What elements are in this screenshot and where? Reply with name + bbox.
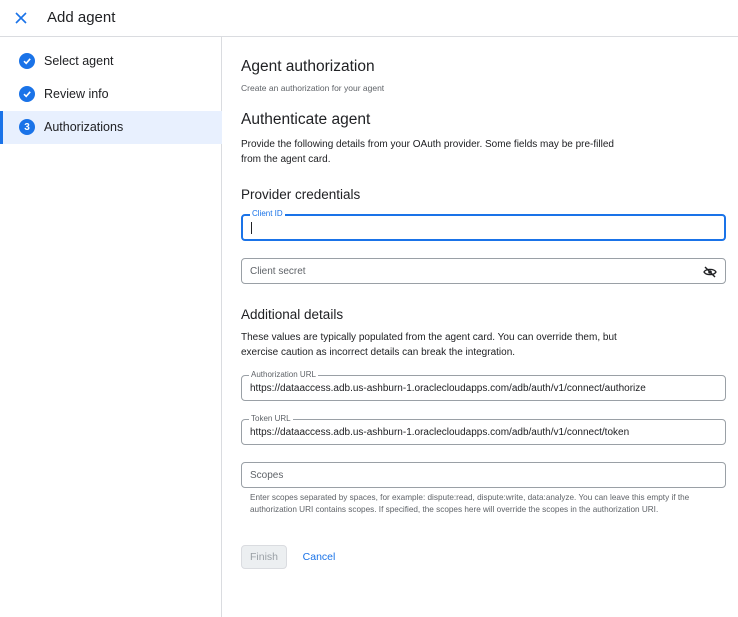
step-authorizations[interactable]: 3 Authorizations (0, 111, 222, 144)
visibility-off-icon[interactable] (703, 265, 717, 278)
step-number-badge: 3 (19, 119, 35, 135)
check-circle-icon (19, 86, 35, 102)
client-secret-field[interactable]: Client secret (241, 258, 726, 284)
step-label: Authorizations (44, 120, 124, 134)
token-url-value: https://dataaccess.adb.us-ashburn-1.orac… (250, 427, 630, 438)
token-url-field[interactable]: Token URL https://dataaccess.adb.us-ashb… (241, 414, 726, 445)
step-label: Review info (44, 87, 109, 101)
authenticate-heading: Authenticate agent (241, 111, 371, 128)
close-icon (15, 12, 27, 24)
authorization-url-field[interactable]: Authorization URL https://dataaccess.adb… (241, 370, 726, 401)
additional-details-description: These values are typically populated fro… (241, 332, 617, 358)
authorization-url-value: https://dataaccess.adb.us-ashburn-1.orac… (250, 383, 646, 394)
scopes-field[interactable]: Scopes (241, 462, 726, 488)
token-url-label: Token URL (249, 414, 293, 424)
dialog-title: Add agent (47, 9, 116, 26)
main-content: Agent authorization Create an authorizat… (223, 37, 738, 617)
page-subtitle: Create an authorization for your agent (241, 83, 385, 93)
client-secret-placeholder: Client secret (250, 266, 306, 277)
client-id-field[interactable]: Client ID (241, 209, 726, 241)
check-circle-icon (19, 53, 35, 69)
step-select-agent[interactable]: Select agent (0, 45, 222, 78)
step-label: Select agent (44, 54, 114, 68)
authenticate-description: Provide the following details from your … (241, 139, 614, 165)
authorization-url-label: Authorization URL (249, 370, 318, 380)
provider-credentials-heading: Provider credentials (241, 187, 361, 202)
close-button[interactable] (10, 7, 32, 29)
scopes-helper-text: Enter scopes separated by spaces, for ex… (250, 493, 690, 514)
finish-button[interactable]: Finish (241, 545, 287, 569)
text-cursor (251, 222, 252, 234)
client-id-label: Client ID (250, 209, 285, 219)
top-bar: Add agent (0, 0, 738, 37)
scopes-placeholder: Scopes (250, 470, 284, 481)
page-title: Agent authorization (241, 58, 375, 75)
cancel-button[interactable]: Cancel (295, 545, 343, 569)
additional-details-heading: Additional details (241, 307, 344, 322)
step-review-info[interactable]: Review info (0, 78, 222, 111)
stepper-sidebar: Select agent Review info 3 Authorization… (0, 37, 222, 617)
